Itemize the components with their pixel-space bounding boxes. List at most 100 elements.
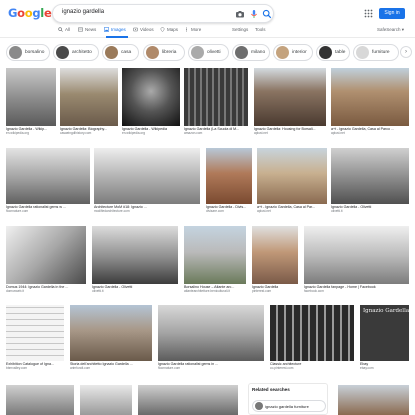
result-source: modifiedarchitecture.com — [94, 209, 130, 213]
result-image[interactable] — [138, 385, 238, 415]
image-result[interactable]: Storia dell'architetto Ignazio Gardella … — [70, 305, 152, 370]
image-result[interactable]: Domus 1944: Ignazio Gardella in the ... … — [6, 226, 86, 293]
result-image[interactable] — [184, 226, 246, 284]
result-source: divisare.com — [206, 209, 224, 213]
result-source: aplust.net — [257, 209, 271, 213]
result-image[interactable] — [254, 68, 326, 126]
chip-furniture[interactable]: furniture — [353, 44, 399, 61]
result-image[interactable] — [80, 385, 132, 415]
search-box[interactable]: ignazio gardella — [52, 4, 274, 23]
result-image[interactable] — [184, 68, 248, 126]
tab-all[interactable]: All — [58, 27, 70, 32]
result-image[interactable]: Ignazio Gardella — [360, 305, 409, 361]
result-image[interactable] — [6, 148, 90, 204]
result-image[interactable] — [92, 226, 178, 284]
search-icon — [58, 27, 63, 32]
chip-label: milano — [251, 50, 266, 55]
search-input[interactable]: ignazio gardella — [62, 9, 104, 15]
related-searches-panel: Related searches ignazio gardella furnit… — [248, 383, 328, 415]
chip-thumbnail — [146, 46, 159, 59]
tools-link[interactable]: Tools — [255, 27, 266, 32]
result-image[interactable] — [94, 148, 200, 204]
image-result[interactable]: Ignazio Gardella (La Scuola di M... amaz… — [184, 68, 248, 135]
chip-thumbnail — [9, 46, 22, 59]
image-result[interactable]: Architecture MoM #18: Ignazio ... modifi… — [94, 148, 200, 213]
chip-label: borsalino — [25, 50, 45, 55]
result-image[interactable] — [6, 385, 74, 415]
tab-more[interactable]: More — [184, 27, 201, 32]
settings-link[interactable]: Settings — [232, 27, 248, 32]
image-result[interactable]: Ignazio Gardella - Divis... divisare.com — [206, 148, 252, 213]
chip-olivetti[interactable]: olivetti — [188, 44, 229, 61]
tab-maps[interactable]: Maps — [160, 27, 178, 32]
image-result[interactable]: Exhibition Catalogue of Igna... bbmvalle… — [6, 305, 64, 370]
image-result[interactable] — [80, 385, 132, 415]
active-tab-indicator — [106, 36, 128, 38]
image-result[interactable]: Borsalino House – Atlante arc... atlante… — [184, 226, 246, 293]
result-image[interactable] — [206, 148, 252, 204]
image-result[interactable] — [6, 385, 74, 415]
result-source: bbmvalley.com — [6, 366, 28, 370]
image-result[interactable]: a+t - Ignazio Gardella, Casa al Parco ..… — [331, 68, 409, 135]
image-result[interactable]: Ignazio Gardella pinterest.com — [252, 226, 298, 293]
tab-images[interactable]: Images — [104, 27, 126, 32]
result-image[interactable] — [158, 305, 264, 361]
chip-label: architetto — [72, 50, 92, 55]
image-result[interactable]: Ignazio Gardella - Olivetti olivetti.it — [331, 148, 409, 213]
image-result[interactable]: Ignazio Gardella: Housing for Borsali...… — [254, 68, 326, 135]
image-result[interactable]: Ignazio Gardella rationalist gems w ... … — [6, 148, 90, 213]
result-image[interactable] — [6, 68, 56, 126]
image-result[interactable] — [138, 385, 238, 415]
chip-architetto[interactable]: architetto — [53, 44, 99, 61]
chip-table[interactable]: table — [316, 44, 350, 61]
more-icon — [186, 27, 187, 32]
search-icon[interactable] — [262, 9, 272, 19]
result-image[interactable] — [331, 148, 409, 204]
image-result[interactable]: Ignazio Gardella rationalist gems in ...… — [158, 305, 264, 370]
result-source: casaeingdlhistory.com — [60, 131, 92, 135]
image-result[interactable]: Ignazio Gardella - Olivetti olivetti.it — [92, 226, 178, 293]
image-result[interactable]: Classic architecture co.pinterest.com — [270, 305, 354, 370]
image-result[interactable]: a+t - Ignazio Gardella, Casa al Par... a… — [257, 148, 327, 213]
result-image[interactable] — [257, 148, 327, 204]
image-result[interactable]: Ignazio Gardella fanpage - Home | Facebo… — [304, 226, 409, 293]
chip-borsalino[interactable]: borsalino — [6, 44, 50, 61]
image-result[interactable]: Ignazio Gardella: Biography... casaeingd… — [60, 68, 118, 135]
result-image[interactable] — [338, 385, 409, 415]
chip-casa[interactable]: casa — [102, 44, 139, 61]
result-image[interactable] — [331, 68, 409, 126]
result-image[interactable] — [6, 226, 86, 284]
apps-grid-icon[interactable] — [364, 9, 373, 18]
camera-icon[interactable] — [235, 9, 245, 19]
result-image[interactable] — [270, 305, 354, 361]
image-overlay-text: Ignazio Gardella — [363, 308, 410, 314]
tab-videos[interactable]: Videos — [133, 27, 154, 32]
tab-label: Videos — [140, 27, 154, 32]
sign-in-button[interactable]: Sign in — [379, 8, 405, 19]
result-image[interactable] — [6, 305, 64, 361]
chip-label: casa — [121, 50, 132, 55]
image-result[interactable]: Ignazio Gardella - Wikipedia en.wikipedi… — [122, 68, 180, 135]
chip-label: olivetti — [207, 50, 221, 55]
image-result[interactable]: Ignazio Gardella - Wikip... en.wikipedia… — [6, 68, 56, 135]
google-logo[interactable]: Google — [8, 6, 52, 20]
related-search-item[interactable]: ignazio gardella furniture — [252, 400, 326, 412]
result-image[interactable] — [252, 226, 298, 284]
image-result[interactable]: Ignazio Gardella Ebay ebay.com — [360, 305, 409, 370]
tab-label: Images — [111, 27, 126, 32]
result-source: amazon.com — [184, 131, 203, 135]
result-source: olivetti.it — [331, 209, 343, 213]
image-result[interactable] — [338, 385, 409, 415]
result-image[interactable] — [304, 226, 409, 284]
safesearch-dropdown[interactable]: SafeSearch ▾ — [377, 27, 404, 33]
chevron-right-icon[interactable]: › — [400, 46, 412, 58]
chip-interior[interactable]: interior — [273, 44, 313, 61]
result-image[interactable] — [60, 68, 118, 126]
result-image[interactable] — [122, 68, 180, 126]
result-image[interactable] — [70, 305, 152, 361]
chip-milano[interactable]: milano — [232, 44, 270, 61]
chip-libreria[interactable]: libreria — [143, 44, 185, 61]
microphone-icon[interactable] — [249, 9, 259, 19]
tab-news[interactable]: News — [78, 27, 96, 32]
chip-label: libreria — [162, 50, 177, 55]
